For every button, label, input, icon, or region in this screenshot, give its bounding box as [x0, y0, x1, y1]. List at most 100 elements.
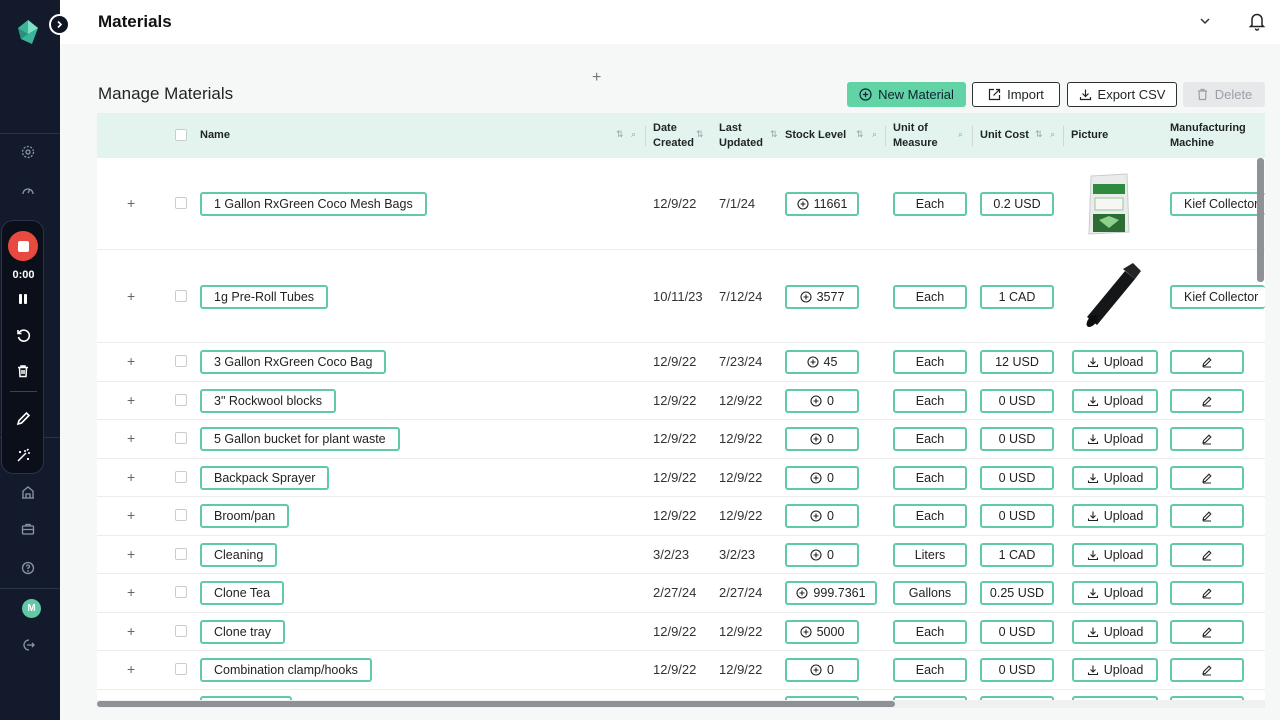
- horizontal-scrollbar[interactable]: [97, 701, 895, 707]
- row-checkbox[interactable]: [175, 289, 187, 302]
- gauge-icon[interactable]: [18, 181, 38, 201]
- column-stock-level[interactable]: Stock Level: [785, 113, 846, 158]
- stop-recording-button[interactable]: [8, 231, 38, 261]
- import-button[interactable]: Import: [972, 82, 1060, 107]
- row-checkbox[interactable]: [175, 624, 187, 637]
- material-name[interactable]: 1 Gallon RxGreen Coco Mesh Bags: [200, 192, 427, 216]
- row-checkbox[interactable]: [175, 509, 187, 522]
- sort-icon[interactable]: ⇅: [770, 129, 778, 140]
- logout-icon[interactable]: [18, 635, 38, 655]
- app-logo[interactable]: [17, 19, 39, 45]
- upload-button[interactable]: Upload: [1072, 504, 1158, 529]
- unit-cost[interactable]: 12 USD: [980, 350, 1054, 375]
- upload-button[interactable]: Upload: [1072, 542, 1158, 567]
- stock-level-button[interactable]: 0: [785, 427, 859, 452]
- new-material-button[interactable]: New Material: [847, 82, 966, 107]
- edit-machine-button[interactable]: [1170, 581, 1244, 606]
- expand-row-icon[interactable]: +: [127, 392, 135, 408]
- stock-level-button[interactable]: 5000: [785, 619, 859, 644]
- row-checkbox[interactable]: [175, 355, 187, 368]
- unit-of-measure[interactable]: Each: [893, 504, 967, 529]
- material-name[interactable]: 5 Gallon bucket for plant waste: [200, 427, 400, 452]
- table-row[interactable]: + Clone tray 12/9/22 12/9/22 5000 Each 0…: [97, 613, 1265, 651]
- column-unit-of-measure[interactable]: Unit of Measure: [893, 113, 938, 158]
- stock-level-button[interactable]: 11661: [785, 192, 859, 216]
- table-row[interactable]: + 5 Gallon bucket for plant waste 12/9/2…: [97, 420, 1265, 459]
- upload-button[interactable]: Upload: [1072, 619, 1158, 644]
- edit-machine-button[interactable]: [1170, 619, 1244, 644]
- column-manufacturing-machine[interactable]: Manufacturing Machine: [1170, 113, 1246, 158]
- search-icon[interactable]: ⌕: [631, 129, 636, 140]
- briefcase-icon[interactable]: [18, 519, 38, 539]
- unit-cost[interactable]: 0 USD: [980, 388, 1054, 413]
- stock-level-button[interactable]: 0: [785, 388, 859, 413]
- row-checkbox[interactable]: [175, 663, 187, 676]
- upload-button[interactable]: Upload: [1072, 465, 1158, 490]
- column-picture[interactable]: Picture: [1071, 113, 1108, 158]
- unit-cost[interactable]: 0 USD: [980, 619, 1054, 644]
- bell-icon[interactable]: [1248, 11, 1266, 31]
- coco-bag-picture[interactable]: [1087, 172, 1131, 236]
- material-name[interactable]: 3" Rockwool blocks: [200, 388, 336, 413]
- expand-row-icon[interactable]: +: [127, 623, 135, 639]
- table-row[interactable]: + 3 Gallon RxGreen Coco Bag 12/9/22 7/23…: [97, 343, 1265, 382]
- edit-machine-button[interactable]: [1170, 427, 1244, 452]
- unit-of-measure[interactable]: Each: [893, 192, 967, 216]
- search-icon[interactable]: ⌕: [958, 129, 963, 140]
- upload-button[interactable]: Upload: [1072, 427, 1158, 452]
- edit-machine-button[interactable]: [1170, 465, 1244, 490]
- column-name[interactable]: Name: [200, 113, 230, 158]
- expand-row-icon[interactable]: +: [127, 353, 135, 369]
- row-checkbox[interactable]: [175, 547, 187, 560]
- expand-row-icon[interactable]: +: [127, 661, 135, 677]
- edit-machine-button[interactable]: [1170, 658, 1244, 683]
- material-name[interactable]: Cleaning: [200, 542, 278, 567]
- unit-of-measure[interactable]: Gallons: [893, 581, 967, 606]
- expand-row-icon[interactable]: +: [127, 507, 135, 523]
- table-row[interactable]: + Cleaning 3/2/23 3/2/23 0 Liters 1 CAD …: [97, 536, 1265, 574]
- row-checkbox[interactable]: [175, 470, 187, 483]
- upload-button[interactable]: Upload: [1072, 581, 1158, 606]
- manufacturing-machine[interactable]: Kief Collector: [1170, 284, 1265, 309]
- unit-cost[interactable]: 0.25 USD: [980, 581, 1054, 606]
- sort-icon[interactable]: ⇅: [696, 129, 704, 140]
- expand-row-icon[interactable]: +: [127, 469, 135, 485]
- table-row[interactable]: + Clone Tea 2/27/24 2/27/24 999.7361 Gal…: [97, 574, 1265, 613]
- upload-button[interactable]: Upload: [1072, 388, 1158, 413]
- material-name[interactable]: Backpack Sprayer: [200, 465, 330, 490]
- expand-row-icon[interactable]: +: [127, 195, 135, 211]
- unit-cost[interactable]: 1 CAD: [980, 284, 1054, 309]
- stock-level-button[interactable]: 0: [785, 504, 859, 529]
- expand-row-icon[interactable]: +: [127, 430, 135, 446]
- column-date-created[interactable]: Date Created: [653, 113, 694, 158]
- edit-machine-button[interactable]: [1170, 504, 1244, 529]
- unit-cost[interactable]: 0.2 USD: [980, 192, 1054, 216]
- edit-machine-button[interactable]: [1170, 350, 1244, 375]
- expand-row-icon[interactable]: +: [127, 288, 135, 304]
- magic-wand-icon[interactable]: [13, 445, 33, 465]
- unit-of-measure[interactable]: Each: [893, 388, 967, 413]
- unit-cost[interactable]: 0 USD: [980, 504, 1054, 529]
- sort-icon[interactable]: ⇅: [1035, 129, 1043, 140]
- sort-icon[interactable]: ⇅: [616, 129, 624, 140]
- material-name[interactable]: 1g Pre-Roll Tubes: [200, 284, 329, 309]
- stock-level-button[interactable]: 3577: [785, 284, 859, 309]
- unit-of-measure[interactable]: Each: [893, 465, 967, 490]
- material-name[interactable]: Combination clamp/hooks: [200, 658, 372, 683]
- stock-level-button[interactable]: 999.7361: [785, 581, 877, 606]
- unit-of-measure[interactable]: Each: [893, 658, 967, 683]
- select-all-checkbox[interactable]: [175, 129, 187, 141]
- row-checkbox[interactable]: [175, 393, 187, 406]
- row-checkbox[interactable]: [175, 197, 187, 209]
- avatar[interactable]: M: [22, 599, 41, 618]
- upload-button[interactable]: Upload: [1072, 658, 1158, 683]
- stock-level-button[interactable]: 0: [785, 542, 859, 567]
- expand-row-icon[interactable]: +: [127, 584, 135, 600]
- unit-of-measure[interactable]: Liters: [893, 542, 967, 567]
- add-icon[interactable]: +: [592, 69, 601, 87]
- vertical-scrollbar[interactable]: [1257, 158, 1264, 282]
- building-icon[interactable]: [18, 482, 38, 502]
- unit-of-measure[interactable]: Each: [893, 284, 967, 309]
- unit-cost[interactable]: 0 USD: [980, 658, 1054, 683]
- unit-of-measure[interactable]: Each: [893, 619, 967, 644]
